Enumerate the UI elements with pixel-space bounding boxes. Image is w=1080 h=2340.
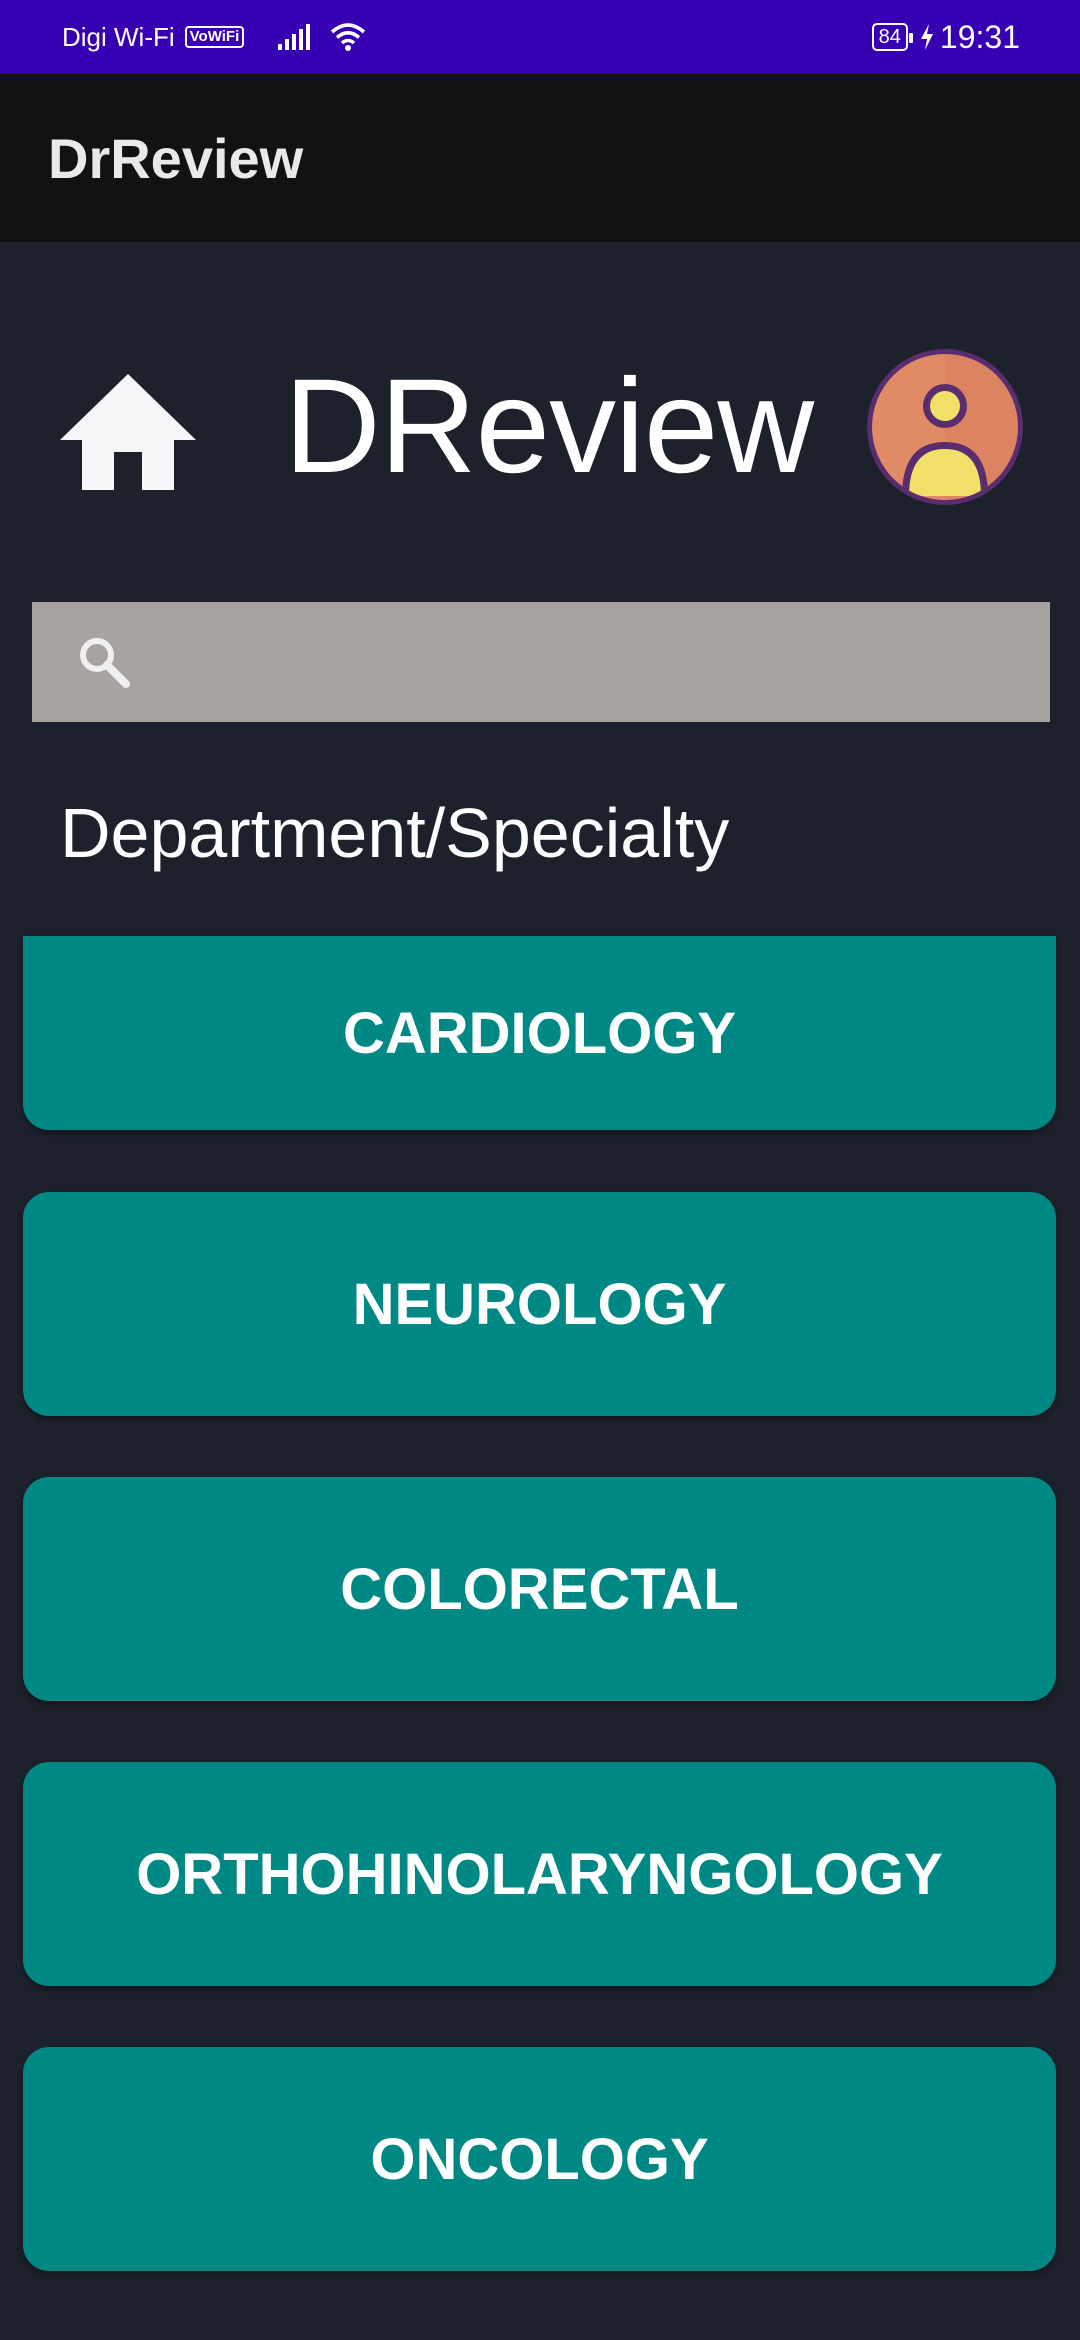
status-left: Digi Wi-Fi VoWiFi (62, 22, 366, 53)
department-button-oncology[interactable]: ONCOLOGY (23, 2047, 1056, 2271)
battery-icon: 84 (871, 23, 914, 51)
search-icon (80, 638, 130, 688)
department-button-neurology[interactable]: NEUROLOGY (23, 1192, 1056, 1416)
home-icon[interactable] (58, 350, 198, 490)
charging-bolt-icon (920, 24, 933, 50)
department-button-orthohinolaryngology[interactable]: ORTHOHINOLARYNGOLOGY (23, 1762, 1056, 1986)
status-bar: Digi Wi-Fi VoWiFi 84 19:31 (0, 0, 1080, 74)
status-right: 84 19:31 (871, 18, 1020, 56)
clock: 19:31 (939, 18, 1020, 55)
user-avatar-icon[interactable] (864, 346, 1026, 508)
page-title: DReview (284, 352, 814, 501)
header-row: DReview (0, 330, 1080, 530)
department-button-colorectal[interactable]: COLORECTAL (23, 1477, 1056, 1701)
section-heading: Department/Specialty (60, 794, 730, 872)
search-input[interactable] (132, 602, 1050, 722)
app-bar-title: DrReview (48, 126, 304, 190)
wifi-icon (331, 23, 366, 51)
vowifi-badge: VoWiFi (184, 26, 245, 48)
department-button-cardiology[interactable]: CARDIOLOGY (23, 936, 1056, 1130)
search-box[interactable] (32, 602, 1050, 722)
app-bar: DrReview (0, 74, 1080, 242)
signal-icon (278, 24, 311, 50)
carrier-name: Digi Wi-Fi (62, 21, 175, 52)
